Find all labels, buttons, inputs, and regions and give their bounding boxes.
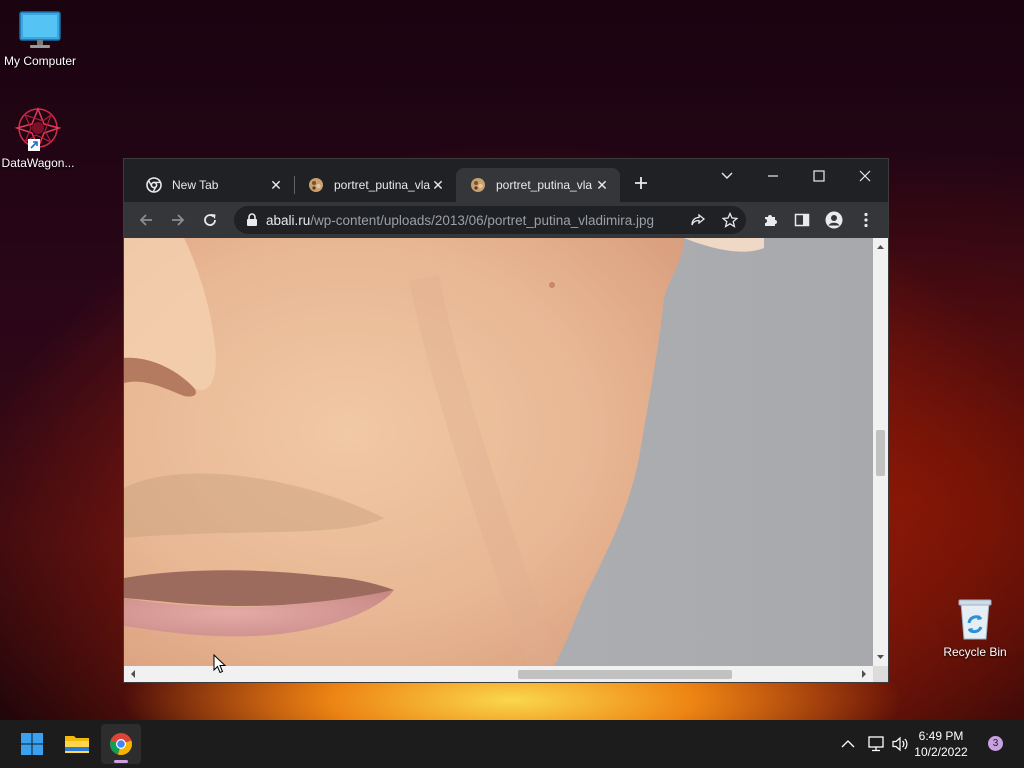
- lock-icon: [247, 213, 257, 226]
- side-panel-button[interactable]: [788, 206, 816, 234]
- scroll-left-icon[interactable]: [126, 666, 140, 682]
- arrow-right-icon: [172, 214, 185, 226]
- profile-button[interactable]: [820, 206, 848, 234]
- tab-strip: New Tab ✕ portret_putina_vla ✕ portret_p…: [124, 159, 888, 202]
- chrome-icon: [146, 177, 162, 193]
- clock-time: 6:49 PM: [918, 729, 964, 743]
- horizontal-scroll-thumb[interactable]: [518, 670, 732, 679]
- profile-icon: [825, 211, 843, 229]
- close-tab-icon[interactable]: ✕: [268, 177, 284, 193]
- extensions-button[interactable]: [756, 206, 784, 234]
- close-tab-icon[interactable]: ✕: [594, 177, 610, 193]
- taskbar-file-explorer[interactable]: [57, 724, 97, 764]
- maximize-icon: [813, 170, 825, 182]
- tab-title: New Tab: [172, 178, 219, 192]
- taskbar-chrome[interactable]: [101, 724, 141, 764]
- minimize-icon: [768, 175, 778, 177]
- monitor-icon: [19, 11, 61, 48]
- chevron-up-icon[interactable]: [841, 739, 855, 749]
- menu-button[interactable]: [852, 206, 880, 234]
- network-icon[interactable]: [867, 736, 885, 752]
- url-text: abali.ru/wp-content/uploads/2013/06/port…: [266, 213, 654, 228]
- close-window-button[interactable]: [842, 162, 888, 190]
- desktop-icon-datawagon[interactable]: DataWagon...: [0, 106, 78, 170]
- clock-date: 10/2/2022: [914, 745, 968, 759]
- start-icon: [21, 733, 43, 755]
- maximize-button[interactable]: [796, 162, 842, 190]
- chrome-icon: [110, 733, 132, 756]
- chevron-down-icon: [721, 172, 733, 179]
- reload-button[interactable]: [196, 206, 224, 234]
- vertical-scrollbar[interactable]: [873, 238, 888, 666]
- back-button[interactable]: [132, 206, 160, 234]
- image-viewport[interactable]: [124, 238, 873, 666]
- desktop-icon-my-computer[interactable]: My Computer: [0, 10, 80, 68]
- vertical-scroll-thumb[interactable]: [876, 430, 885, 476]
- scrollbar-corner: [873, 666, 888, 682]
- taskbar: 6:49 PM 10/2/2022: [0, 720, 1024, 768]
- puzzle-icon: [765, 215, 777, 226]
- tab-title: portret_putina_vla: [496, 178, 593, 192]
- image-favicon-icon: [309, 178, 323, 192]
- browser-window: New Tab ✕ portret_putina_vla ✕ portret_p…: [123, 158, 889, 683]
- arrow-left-icon: [139, 214, 152, 226]
- tab-portret-2-active[interactable]: portret_putina_vla ✕: [456, 168, 620, 202]
- reload-icon: [204, 214, 216, 226]
- share-icon[interactable]: [690, 212, 706, 228]
- notification-badge[interactable]: 3: [988, 736, 1003, 751]
- scroll-down-icon[interactable]: [873, 650, 888, 664]
- url-path: /wp-content/uploads/2013/06/portret_puti…: [310, 213, 655, 228]
- taskbar-clock[interactable]: 6:49 PM 10/2/2022: [906, 728, 976, 760]
- running-indicator: [114, 760, 128, 763]
- tab-search-button[interactable]: [704, 162, 750, 190]
- file-explorer-icon: [65, 736, 89, 753]
- recycle-bin-icon: [958, 599, 992, 640]
- close-icon: [859, 170, 871, 182]
- desktop-icon-recycle-bin[interactable]: Recycle Bin: [935, 597, 1015, 659]
- image-favicon-icon: [471, 178, 485, 192]
- datawagon-icon: [14, 106, 62, 151]
- address-bar[interactable]: abali.ru/wp-content/uploads/2013/06/port…: [234, 206, 746, 234]
- scroll-right-icon[interactable]: [857, 666, 871, 682]
- plus-icon: [635, 177, 647, 189]
- side-panel-icon: [794, 213, 810, 227]
- desktop-icon-label: DataWagon...: [1, 156, 75, 170]
- portrait-photo-image: [124, 238, 873, 666]
- new-tab-button[interactable]: [627, 169, 655, 197]
- start-button[interactable]: [12, 724, 52, 764]
- tab-new-tab[interactable]: New Tab ✕: [132, 168, 294, 202]
- browser-toolbar: abali.ru/wp-content/uploads/2013/06/port…: [124, 202, 888, 238]
- desktop-icon-label: My Computer: [3, 54, 77, 68]
- scroll-up-icon[interactable]: [873, 240, 888, 254]
- minimize-button[interactable]: [750, 162, 796, 190]
- horizontal-scrollbar[interactable]: [124, 666, 873, 682]
- three-dots-vertical-icon: [864, 212, 868, 228]
- url-host: abali.ru: [266, 213, 311, 228]
- tab-title: portret_putina_vla: [334, 178, 430, 192]
- forward-button[interactable]: [164, 206, 192, 234]
- mouse-pointer-icon: [213, 654, 227, 674]
- star-icon[interactable]: [722, 212, 738, 228]
- tab-portret-1[interactable]: portret_putina_vla ✕: [294, 168, 456, 202]
- desktop-icon-label: Recycle Bin: [943, 645, 1007, 659]
- close-tab-icon[interactable]: ✕: [430, 177, 446, 193]
